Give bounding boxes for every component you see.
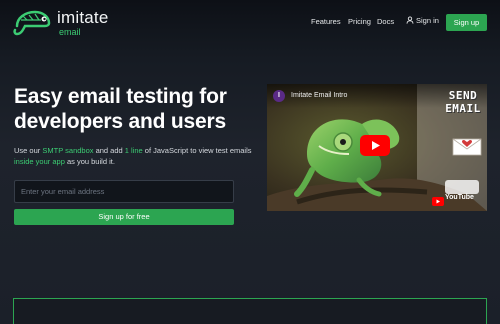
heart-envelope-icon	[452, 138, 482, 156]
chameleon-icon	[13, 10, 51, 36]
nav-link-pricing[interactable]: Pricing	[348, 17, 371, 26]
channel-avatar[interactable]: I	[273, 90, 285, 102]
email-input[interactable]	[14, 180, 234, 203]
logo[interactable]: imitate email	[13, 8, 123, 38]
subtext-part: of JavaScript to view test emails	[142, 146, 252, 155]
top-nav: imitate email Features Pricing Docs Sign…	[0, 0, 500, 45]
features-panel	[13, 298, 487, 324]
intro-video[interactable]: I Imitate Email Intro SEND EMAIL YouTube	[267, 84, 487, 211]
youtube-watermark[interactable]: YouTube	[432, 193, 474, 211]
signin-label: Sign in	[416, 16, 439, 25]
brand-tagline: email	[59, 27, 81, 37]
hero-subtext: Use our SMTP sandbox and add 1 line of J…	[14, 146, 254, 167]
subtext-part: and add	[93, 146, 125, 155]
subtext-part: as you build it.	[64, 156, 115, 166]
user-icon	[406, 16, 414, 24]
youtube-icon	[432, 197, 444, 206]
nav-link-features[interactable]: Features	[311, 17, 341, 26]
signin-link[interactable]: Sign in	[406, 16, 439, 25]
nav-link-docs[interactable]: Docs	[377, 17, 394, 26]
subtext-part: Use our	[14, 146, 43, 155]
hero-headline: Easy email testing for developers and us…	[14, 85, 227, 133]
video-title[interactable]: Imitate Email Intro	[291, 92, 347, 99]
signup-button[interactable]: Sign up	[446, 14, 487, 31]
send-email-overlay: SEND EMAIL	[445, 89, 481, 115]
signup-free-button[interactable]: Sign up for free	[14, 209, 234, 225]
youtube-label: YouTube	[445, 194, 474, 201]
smtp-sandbox-link[interactable]: SMTP sandbox	[42, 146, 93, 155]
brand-name: imitate	[57, 8, 109, 27]
inside-your-app-link[interactable]: inside your app	[14, 157, 65, 166]
one-line-link[interactable]: 1 line	[125, 146, 143, 155]
play-icon[interactable]	[360, 135, 390, 156]
